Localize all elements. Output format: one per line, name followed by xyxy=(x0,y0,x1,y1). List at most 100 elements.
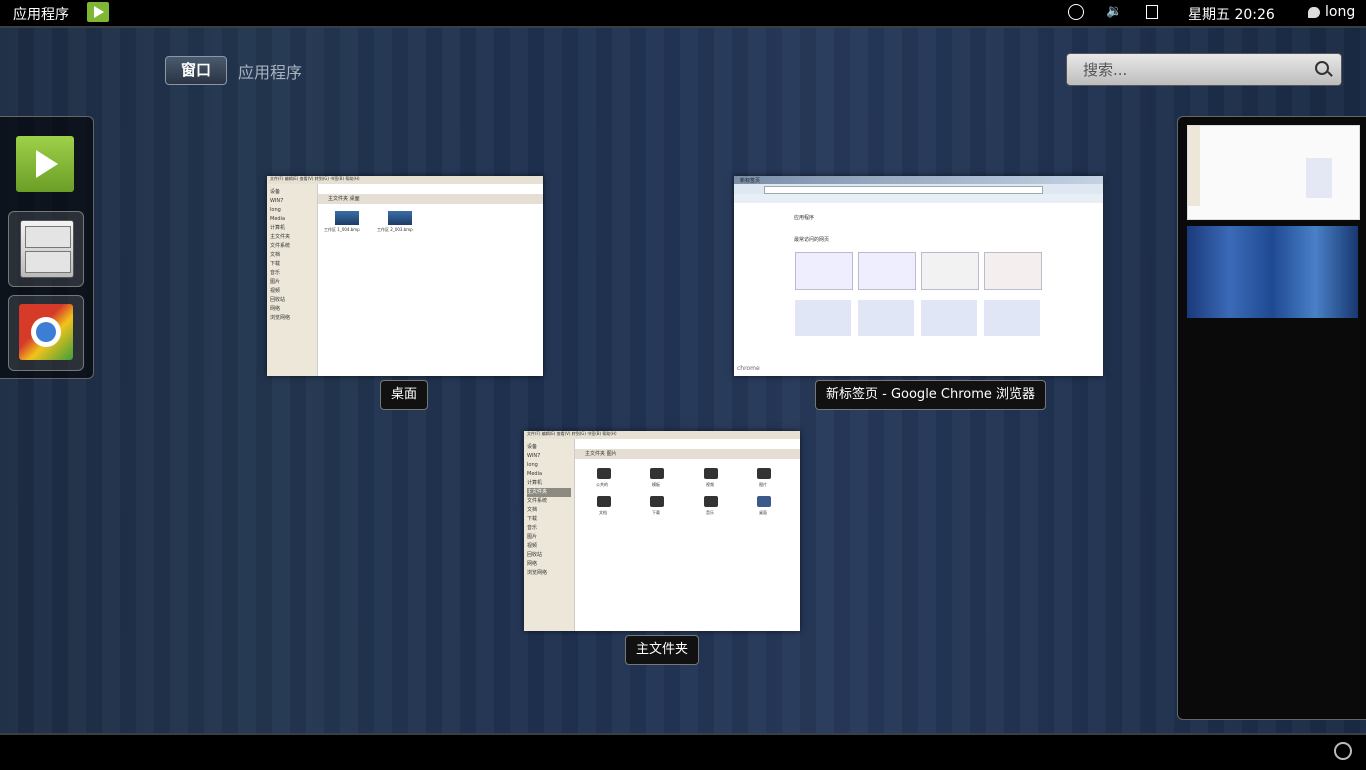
sidebar-item: 网络 xyxy=(527,561,538,567)
tab-applications[interactable]: 应用程序 xyxy=(238,59,302,83)
path-bar: 主文件夹 图片 xyxy=(575,449,800,459)
activities-button[interactable]: 应用程序 xyxy=(13,4,69,24)
sidebar-item: Media xyxy=(270,216,286,222)
search-box[interactable] xyxy=(1066,53,1342,86)
chat-status-icon xyxy=(1308,7,1320,18)
image-file-icon xyxy=(335,211,359,225)
most-visited-tile xyxy=(795,300,851,336)
most-visited-tile xyxy=(984,252,1042,290)
folder-icon xyxy=(650,496,664,507)
network-icon[interactable] xyxy=(1146,5,1158,19)
sidebar-item: 设备 xyxy=(527,444,538,450)
sidebar-item: 视频 xyxy=(270,288,281,294)
tab-strip: 新标签页 xyxy=(734,176,1103,184)
sidebar-item: 计算机 xyxy=(270,225,286,231)
dash-item-chrome[interactable] xyxy=(8,295,84,371)
sidebar: 设备 WIN7 long Media 计算机 主文件夹 文件系统 文档 下载 音… xyxy=(524,439,575,631)
sidebar-item: Media xyxy=(527,471,543,477)
sidebar-item: 音乐 xyxy=(527,525,538,531)
folder-label: 公共的 xyxy=(596,482,608,487)
folder-label: 视频 xyxy=(706,482,714,487)
clock[interactable]: 星期五 20:26 xyxy=(1188,4,1275,24)
folder-icon xyxy=(757,468,771,479)
sidebar-item: 文件系统 xyxy=(527,498,548,504)
sidebar-item: 图片 xyxy=(270,279,281,285)
most-visited-tile xyxy=(795,252,853,290)
folder-label: 文档 xyxy=(599,510,607,515)
folder-icon xyxy=(597,468,611,479)
most-visited-tile xyxy=(921,252,979,290)
window-thumbnail-desktop[interactable]: 文件(F) 编辑(E) 查看(V) 转到(G) 书签(B) 帮助(H) 设备 W… xyxy=(267,176,543,376)
sidebar-item: 浏览网络 xyxy=(270,315,291,321)
sidebar-item: 回收站 xyxy=(270,297,286,303)
folder-icon xyxy=(597,496,611,507)
image-file-icon xyxy=(388,211,412,225)
dash xyxy=(0,116,94,379)
dash-item-media-player[interactable] xyxy=(8,132,82,206)
sidebar-item: 设备 xyxy=(270,189,281,195)
sidebar-item: 下载 xyxy=(527,516,538,522)
search-input[interactable] xyxy=(1081,59,1305,81)
omnibox xyxy=(764,186,1043,194)
accessibility-icon[interactable] xyxy=(1068,4,1084,20)
folder-label: 音乐 xyxy=(706,510,714,515)
window-thumbnail-home[interactable]: 文件(F) 编辑(E) 查看(V) 转到(G) 书签(B) 帮助(H) 设备 W… xyxy=(524,431,800,631)
window-caption[interactable]: 新标签页 - Google Chrome 浏览器 xyxy=(815,380,1047,410)
folder-icon xyxy=(704,468,718,479)
apps-heading: 应用程序 xyxy=(794,215,815,221)
path-bar: 主文件夹 桌面 xyxy=(318,194,543,204)
file-label: 工作区 1_004.bmp xyxy=(324,227,360,232)
user-menu[interactable]: long xyxy=(1325,4,1355,20)
message-tray xyxy=(0,733,1366,770)
sidebar-item: 音乐 xyxy=(270,270,281,276)
most-visited-heading: 最常访问的网页 xyxy=(794,237,830,243)
sidebar-item: 文档 xyxy=(527,507,538,513)
sidebar-item: 主文件夹 xyxy=(527,488,571,497)
folder-icon xyxy=(650,468,664,479)
folder-icon xyxy=(704,496,718,507)
media-player-icon[interactable] xyxy=(87,2,109,22)
sidebar-item: 浏览网络 xyxy=(527,570,548,576)
sidebar-item: WIN7 xyxy=(527,453,541,459)
window-thumbnail-chrome[interactable]: 新标签页 应用程序 最常访问的网页 chrome xyxy=(734,176,1103,376)
menu-bar: 文件(F) 编辑(E) 查看(V) 转到(G) 书签(B) 帮助(H) xyxy=(524,431,800,439)
sidebar-item: long xyxy=(270,207,281,213)
folder-label: 桌面 xyxy=(759,510,767,515)
sidebar-item: 主文件夹 xyxy=(270,234,291,240)
sidebar-item: 回收站 xyxy=(527,552,543,558)
sidebar-item: 图片 xyxy=(527,534,538,540)
chrome-icon xyxy=(19,304,73,360)
sidebar-item: 文件系统 xyxy=(270,243,291,249)
volume-icon[interactable]: 🔉 xyxy=(1106,4,1122,19)
folder-label: 图片 xyxy=(759,482,767,487)
workspace-switcher xyxy=(1177,116,1366,720)
sidebar: 设备 WIN7 long Media 计算机 主文件夹 文件系统 文档 下载 音… xyxy=(267,184,318,376)
top-panel: 应用程序 🔉 星期五 20:26 long xyxy=(0,0,1366,28)
folder-label: 模板 xyxy=(652,482,660,487)
most-visited-tile xyxy=(858,252,916,290)
sidebar-item: 网络 xyxy=(270,306,281,312)
most-visited-tile xyxy=(984,300,1040,336)
workspace-thumbnail-1[interactable] xyxy=(1187,125,1360,220)
notification-icon[interactable] xyxy=(1334,742,1352,760)
folder-label: 下载 xyxy=(652,510,660,515)
window-caption[interactable]: 主文件夹 xyxy=(625,635,700,665)
sidebar-item: WIN7 xyxy=(270,198,284,204)
folder-icon xyxy=(757,496,771,507)
sidebar-item: 视频 xyxy=(527,543,538,549)
sidebar-item: 文档 xyxy=(270,252,281,258)
dash-item-files[interactable] xyxy=(8,211,84,287)
bookmarks-bar xyxy=(734,194,1103,203)
file-cabinet-icon xyxy=(20,220,74,278)
menu-bar: 文件(F) 编辑(E) 查看(V) 转到(G) 书签(B) 帮助(H) xyxy=(267,176,543,184)
most-visited-tile xyxy=(858,300,914,336)
sidebar-item: 下载 xyxy=(270,261,281,267)
toolbar xyxy=(734,184,1103,194)
sidebar-item: long xyxy=(527,462,538,468)
chrome-logo-text: chrome xyxy=(737,365,760,372)
file-label: 工作区 2_003.bmp xyxy=(377,227,413,232)
search-icon xyxy=(1315,61,1329,75)
workspace-thumbnail-2[interactable] xyxy=(1187,226,1358,318)
window-caption[interactable]: 桌面 xyxy=(380,380,429,410)
tab-windows[interactable]: 窗口 xyxy=(165,56,227,85)
